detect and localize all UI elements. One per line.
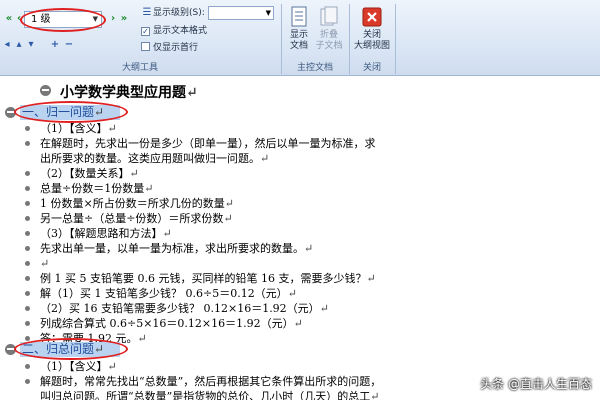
body-bullet-icon[interactable] [25, 321, 30, 326]
body-text-line[interactable]: 解（1）买 1 支铅笔多少钱？ 0.6÷5＝0.12（元）↵ [40, 286, 297, 301]
body-bullet-icon[interactable] [25, 291, 30, 296]
checkbox-icon[interactable] [141, 42, 150, 51]
body-bullet-icon[interactable] [25, 201, 30, 206]
body-bullet-icon[interactable] [25, 261, 30, 266]
body-bullet-icon[interactable] [25, 216, 30, 221]
body-bullet-icon[interactable] [25, 364, 30, 369]
body-bullet-icon[interactable] [25, 141, 30, 146]
show-level-icon: ☰ [142, 7, 152, 18]
body-bullet-icon[interactable] [25, 336, 30, 341]
document-title[interactable]: 小学数学典型应用题↵ [60, 82, 198, 102]
body-text-line[interactable]: 出所要求的数量。这类应用题叫做归一问题。↵ [40, 151, 269, 166]
body-text-line[interactable]: （1）【含义】↵ [40, 359, 117, 374]
body-text-line[interactable]: （3）【解题思路和方法】↵ [40, 226, 172, 241]
close-icon [362, 7, 382, 27]
highlight-oval [14, 101, 128, 123]
document-icon [291, 6, 307, 27]
outline-tools-group-label: 大纲工具 [121, 63, 158, 73]
body-text-line[interactable]: 解题时，常常先找出“总数量”，然后再根据其它条件算出所求的问题， [40, 374, 381, 389]
body-bullet-icon[interactable] [25, 246, 30, 251]
body-bullet-icon[interactable] [25, 231, 30, 236]
highlight-oval [14, 338, 128, 360]
body-text-line[interactable]: 例 1 买 5 支铅笔要 0.6 元钱，买同样的铅笔 16 支，需要多少钱？↵ [40, 271, 376, 286]
body-bullet-icon[interactable] [25, 379, 30, 384]
body-bullet-icon[interactable] [25, 306, 30, 311]
outline-collapse-icon[interactable] [40, 85, 51, 96]
body-text-line[interactable]: （2）【数量关系】↵ [40, 166, 139, 181]
collapse-subdocuments-button[interactable]: 折叠 子文档 [312, 6, 346, 52]
watermark: 头条 @直击人生百态 [480, 377, 592, 391]
expand-icon[interactable]: + [48, 38, 62, 52]
body-text-line[interactable]: 先求出单一量，以单一量为标准，求出所要求的数量。↵ [40, 241, 313, 256]
body-bullet-icon[interactable] [25, 171, 30, 176]
body-bullet-icon[interactable] [25, 126, 30, 131]
body-text-line[interactable]: 1 份数量×所占份数＝所求几份的数量↵ [40, 196, 234, 211]
show-first-line-toggle[interactable]: 仅显示首行 [141, 41, 198, 55]
body-text-line[interactable]: ↵ [40, 256, 49, 271]
body-text-line[interactable]: 总量÷份数＝1份数量↵ [40, 181, 153, 196]
body-text-line[interactable]: 列成综合算式 0.6÷5×16＝0.12×16＝1.92（元）↵ [40, 316, 303, 331]
checkbox-checked-icon[interactable]: ✓ [141, 27, 150, 36]
outline-document[interactable]: 小学数学典型应用题↵ 一、归一问题↵ （1）【含义】↵ 在解题时，先求出一份是多少… [0, 77, 600, 400]
body-text-line[interactable]: 在解题时，先求出一份是多少（即单一量），然后以单一量为标准，求 [40, 136, 376, 151]
show-text-format-toggle[interactable]: ✓ 显示文本格式 [141, 24, 207, 38]
close-group-label: 关闭 [362, 63, 381, 73]
highlight-oval [20, 8, 106, 32]
ribbon: « ‹ 1 级 ▼ › » ◂ ▴ ▾ + − ☰ 显示级别(S): ▼ ✓ 显示… [0, 0, 600, 76]
show-level-label: 显示级别(S): [153, 8, 205, 18]
body-text-line[interactable]: 另一总量÷（总量÷份数）＝所求份数↵ [40, 211, 233, 226]
body-text-line[interactable]: 叫归总问题。所谓“总数量”是指货物的总价、几小时（几天）的总工↵ [40, 389, 379, 400]
group-separator [395, 4, 396, 74]
move-down-icon[interactable]: ▾ [24, 38, 38, 52]
collapse-icon[interactable]: − [62, 38, 76, 52]
show-document-button[interactable]: 显示 文档 [282, 6, 316, 52]
demote-to-body-text-icon[interactable]: » [117, 12, 131, 26]
subdocument-icon [320, 6, 338, 26]
show-level-select[interactable]: ▼ [208, 6, 274, 20]
body-text-line[interactable]: （1）【含义】↵ [40, 121, 117, 136]
body-bullet-icon[interactable] [25, 276, 30, 281]
master-document-group-label: 主控文档 [296, 63, 333, 73]
body-bullet-icon[interactable] [25, 186, 30, 191]
chevron-down-icon: ▼ [265, 9, 271, 17]
close-outline-view-button[interactable]: 关闭 大纲视图 [352, 6, 392, 52]
body-text-line[interactable]: （2）买 16 支铅笔需要多少钱？ 0.12×16＝1.92（元）↵ [40, 301, 329, 316]
